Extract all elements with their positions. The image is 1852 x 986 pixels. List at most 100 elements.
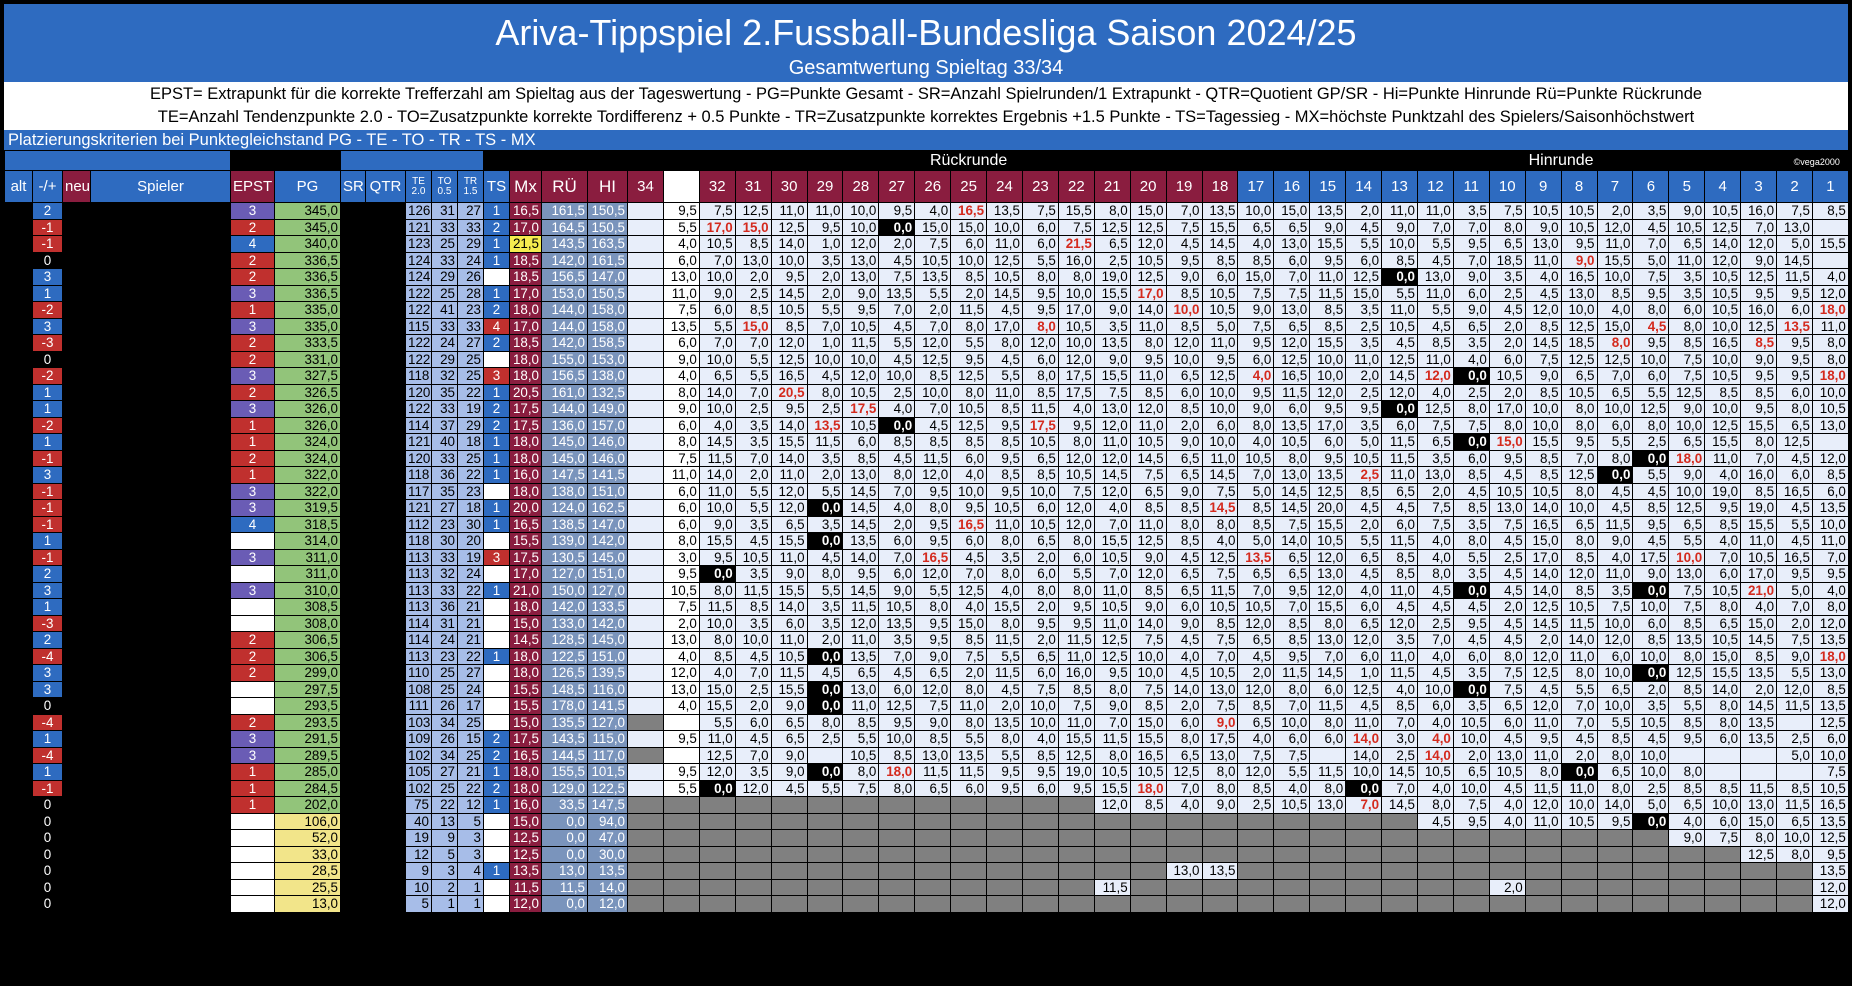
round-score: 4,5 [1596,499,1634,517]
quotient: 9,76 [365,466,406,484]
rank-change: 3 [32,466,63,484]
round-score [1596,895,1634,913]
tendency-count: 19 [405,829,432,847]
round-score: 5,5 [806,301,844,319]
round-score: 8,5 [734,235,772,253]
points-hinrunde: 47,0 [587,829,628,847]
round-score: 11,0 [986,383,1023,401]
points-total: 324,0 [274,449,341,467]
daily-wins: 1 [483,862,510,880]
round-score: 4,5 [878,449,916,467]
quotient: 8,83 [365,812,406,830]
table-row: 35 -1 36 Rey_Loui 1 284,5 33 8,62 102 25 22 2 18,0 12… [4,779,1849,797]
points-rueckrunde: 122,5 [541,647,588,665]
player-name: Maligree [90,466,231,484]
round-score: 7,0 [1416,218,1454,236]
round-score: 2,0 [1632,680,1670,698]
round-score: 14,5 [1273,499,1311,517]
round-score [950,812,988,830]
round-score: 1,0 [806,334,844,352]
round-score [1093,862,1131,880]
round-score: 2,0 [950,664,988,682]
round-score: 12,0 [1381,614,1418,632]
round-score: 14,0 [1704,680,1742,698]
round-score: 7,0 [1452,251,1490,269]
tendency-count: 113 [405,647,432,665]
round-score: 8,0 [662,433,700,451]
round-score: 8,5 [1381,548,1418,566]
points-rueckrunde: 138,5 [541,515,588,533]
points-hinrunde: 116,0 [587,680,628,698]
round-score: 9,0 [1452,268,1490,286]
epst-value [230,862,275,880]
points-hinrunde: 150,5 [587,202,628,220]
round-score: 11,0 [770,466,808,484]
points-total: 289,5 [274,746,341,764]
rounds-played: 33 [340,598,366,616]
round-score: 8,5 [1704,515,1742,533]
quotient: 9,88 [365,416,406,434]
round-score: 10,5 [842,416,880,434]
daily-wins [483,812,510,830]
round-score: 18,0 [1129,779,1167,797]
round-score: 15,0 [1740,812,1778,830]
round-score: 5,5 [1345,532,1383,550]
round-score: 7,5 [1273,746,1311,764]
round-score: 8,0 [1740,433,1778,451]
round-score: 6,0 [1776,466,1813,484]
round-score: 3,5 [1452,515,1490,533]
round-score: 13,0 [1416,466,1454,484]
round-score: 6,5 [914,664,952,682]
round-score: 8,5 [1704,779,1742,797]
points-total: 314,0 [274,532,341,550]
prev-rank: 10 [4,350,33,368]
quotient: 9,89 [365,383,406,401]
round-score: 21,0 [1740,581,1778,599]
round-score: 9,0 [770,746,808,764]
table-row: 24 -4 28 1.FCK 2 306,5 33 9,29 113 23 22 1 18,0 122,5… [4,647,1849,665]
round-score: 11,0 [1093,581,1131,599]
round-score: 15,0 [698,680,736,698]
points-hinrunde: 147,0 [587,515,628,533]
round-score [1381,829,1418,847]
round-header: 7 [1596,170,1634,203]
table-row: 11 3 8 vega2000 3 335,0 33 10,15 115 33 33 4 17,0 144… [4,317,1849,335]
round-score: 7,5 [1273,284,1311,302]
round-score: 14,0 [698,383,736,401]
rounds-played: 2 [340,862,366,880]
round-score: 12,5 [1560,317,1598,335]
points-total: 291,5 [274,730,341,748]
round-score: 11,5 [1273,664,1311,682]
tendency-count: 122 [405,301,432,319]
points-hinrunde: 141,5 [587,466,628,484]
round-score: 17,0 [1740,565,1778,583]
table-row: 36 1 35 moya 1 285,0 28 10,18 105 27 21 1 18,0 155,5 1… [4,763,1849,781]
round-score [1093,845,1131,863]
max-score: 18,0 [509,779,542,797]
round-score: 2,5 [1345,466,1383,484]
rank-change: 2 [32,565,63,583]
round-score: 7,5 [1416,416,1454,434]
round-score: 9,0 [1309,218,1347,236]
goal-diff-count: 13 [431,812,458,830]
round-score: 4,0 [914,202,952,220]
round-score: 13,0 [1560,284,1598,302]
round-score: 4,0 [662,647,700,665]
round-score: 7,5 [1811,763,1849,781]
round-score [1740,862,1778,880]
round-score: 11,5 [734,581,772,599]
round-score: 11,0 [1381,647,1418,665]
round-score [1740,746,1778,764]
round-score: 10,0 [1704,350,1742,368]
round-score: 12,5 [1381,350,1418,368]
tendency-count: 124 [405,268,432,286]
round-score: 4,5 [1776,449,1813,467]
exact-result-count: 1 [457,895,484,913]
round-score: 5,5 [1273,763,1311,781]
quotient: 10,45 [365,202,406,220]
round-score [1273,862,1311,880]
goal-diff-count: 35 [431,482,458,500]
round-score [1811,433,1849,451]
round-score [1488,829,1526,847]
round-score: 4,0 [878,499,916,517]
